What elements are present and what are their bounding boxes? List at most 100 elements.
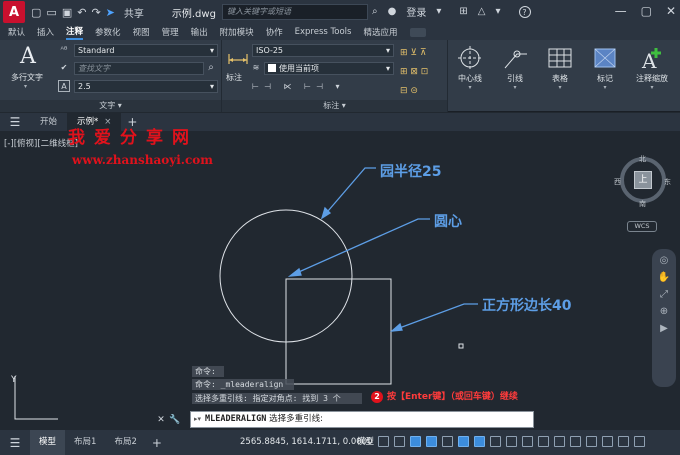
dimension-button[interactable]: 标注 [226, 72, 242, 83]
object-snap-tracking-icon[interactable] [458, 436, 469, 447]
compass-north[interactable]: 北 [639, 154, 646, 164]
tab-model[interactable]: 模型 [30, 430, 66, 455]
find-text-input[interactable]: 查找文字 [74, 62, 204, 75]
tab-default[interactable]: 默认 [8, 26, 25, 38]
dimension-style-select[interactable]: ISO-25 ▾ [252, 44, 394, 57]
multiline-text-icon[interactable]: A [20, 44, 36, 69]
autocad-logo-icon[interactable]: A [3, 1, 25, 23]
cloud-icon[interactable]: ▾ [495, 6, 500, 17]
orbit-icon[interactable]: ⊕ [652, 306, 676, 317]
new-file-icon[interactable]: ▢ [31, 6, 41, 19]
radius-annotation[interactable]: 园半径25 [380, 161, 441, 181]
centerline-button[interactable]: 中心线 ▾ [448, 40, 492, 100]
share-icon[interactable]: ➤ [106, 6, 115, 19]
viewcube-top-face[interactable]: 上 [634, 171, 652, 189]
compass-south[interactable]: 南 [639, 199, 646, 209]
selection-cycling-icon[interactable] [522, 436, 533, 447]
transparency-icon[interactable] [506, 436, 517, 447]
menu-icon[interactable]: ☰ [0, 115, 30, 129]
dim-edit-tools[interactable]: ⊞ ⊻ ⊼ ⊞ ⊠ ⊡ ⊟ ⊝ [400, 44, 446, 101]
drawing-viewport[interactable]: [-][俯视][二维线框] 我爱分享网 www.zhanshaoyi.com Y… [0, 128, 680, 430]
help-button[interactable]: ? [518, 5, 531, 18]
tab-collaborate[interactable]: 协作 [266, 26, 283, 38]
zoom-extents-icon[interactable]: ⤢ [652, 289, 676, 300]
close-icon[interactable]: ✕ [666, 4, 676, 18]
share-button[interactable]: 共享 [124, 5, 144, 20]
text-height-select[interactable]: 2.5 ▾ [74, 80, 218, 93]
tab-layout1[interactable]: 布局1 [65, 430, 105, 455]
showmotion-icon[interactable]: ▶ [652, 323, 676, 334]
add-layout-icon[interactable]: + [152, 436, 162, 450]
ribbon-toggle-icon[interactable] [409, 27, 426, 37]
compass-west[interactable]: 西 [614, 177, 621, 187]
tab-featured-apps[interactable]: 精选应用 [363, 26, 397, 38]
polar-icon[interactable] [426, 436, 437, 447]
isodraft-icon[interactable] [442, 436, 453, 447]
tab-output[interactable]: 输出 [191, 26, 208, 38]
check-spelling-icon[interactable]: ✔ [58, 62, 70, 74]
dimension-group-label[interactable]: 标注 ▾ [222, 100, 447, 112]
square-shape[interactable] [285, 278, 392, 385]
radius-leader-line[interactable] [321, 167, 376, 219]
multiline-text-button[interactable]: 多行文字 [11, 72, 43, 83]
pan-icon[interactable]: ✋ [652, 272, 676, 283]
tab-start[interactable]: 开始 [30, 113, 67, 131]
undo-icon[interactable]: ↶ [77, 6, 86, 19]
dim-tools-row[interactable]: ⊢⊣ ⋉ ⊢⊣ ▾ [252, 82, 345, 91]
search-input[interactable]: 键入关键字或短语 [222, 4, 368, 20]
layout-menu-icon[interactable]: ☰ [0, 436, 30, 450]
quick-properties-icon[interactable] [570, 436, 581, 447]
ortho-icon[interactable] [410, 436, 421, 447]
tab-addins[interactable]: 附加模块 [220, 26, 254, 38]
redo-icon[interactable]: ↷ [91, 6, 100, 19]
compass-east[interactable]: 东 [664, 177, 671, 187]
wcs-menu[interactable]: WCS [627, 221, 657, 232]
minimize-icon[interactable]: — [615, 4, 627, 18]
command-input[interactable]: ▸▾ MLEADERALIGN 选择多重引线: [190, 411, 534, 428]
grid-icon[interactable] [378, 436, 389, 447]
autodesk-icon[interactable]: △ [478, 6, 486, 17]
coordinates-readout[interactable]: 2565.8845, 1614.1711, 0.0000 [240, 430, 372, 455]
find-icon[interactable]: ⌕ [205, 62, 217, 74]
open-file-icon[interactable]: ▭ [46, 6, 56, 19]
snap-icon[interactable] [394, 436, 405, 447]
tab-manage[interactable]: 管理 [162, 26, 179, 38]
hardware-acceleration-icon[interactable] [602, 436, 613, 447]
steering-wheel-icon[interactable]: ◎ [652, 255, 676, 266]
text-group-label[interactable]: 文字 ▾ [0, 100, 221, 112]
close-command-icon[interactable]: ✕ [154, 415, 168, 425]
customize-command-icon[interactable]: 🔧 [168, 415, 182, 425]
lineweight-icon[interactable] [490, 436, 501, 447]
tab-insert[interactable]: 插入 [37, 26, 54, 38]
tab-layout2[interactable]: 布局2 [105, 430, 145, 455]
search-icon[interactable]: ⌕ [372, 6, 378, 17]
table-button[interactable]: 表格 ▾ [538, 40, 582, 100]
restore-icon[interactable]: ▢ [641, 4, 652, 18]
text-style-select[interactable]: Standard ▾ [74, 44, 218, 57]
annotation-scale-button[interactable]: A 注释缩放 ▾ [628, 40, 676, 100]
tab-parametric[interactable]: 参数化 [95, 26, 121, 38]
object-snap-icon[interactable] [474, 436, 485, 447]
user-icon[interactable]: ● [388, 6, 397, 17]
model-space-toggle[interactable]: 模型 [357, 430, 374, 455]
dimension-layer-select[interactable]: 使用当前项 ▾ [264, 62, 394, 75]
center-leader-line[interactable] [291, 218, 430, 276]
units-icon[interactable] [554, 436, 565, 447]
dropdown-icon[interactable]: ▾ [436, 6, 441, 17]
cart-icon[interactable]: ⊞ [459, 6, 467, 17]
square-annotation[interactable]: 正方形边长40 [482, 295, 571, 315]
multiline-dropdown-icon[interactable]: ▾ [24, 83, 27, 90]
drawing-canvas[interactable]: Y [0, 131, 680, 430]
customization-icon[interactable] [634, 436, 645, 447]
clean-screen-icon[interactable] [618, 436, 629, 447]
command-dropdown-icon[interactable]: ▸▾ [194, 412, 201, 427]
center-annotation[interactable]: 圆心 [434, 211, 462, 231]
dimension-icon[interactable] [226, 46, 250, 66]
login-button[interactable]: 登录 [406, 4, 426, 19]
markup-button[interactable]: 标记 ▾ [583, 40, 627, 100]
isolate-objects-icon[interactable] [586, 436, 597, 447]
annotation-monitor-icon[interactable] [538, 436, 549, 447]
save-icon[interactable]: ▣ [62, 6, 72, 19]
tab-view[interactable]: 视图 [133, 26, 150, 38]
tab-annotate[interactable]: 注释 [66, 25, 84, 40]
